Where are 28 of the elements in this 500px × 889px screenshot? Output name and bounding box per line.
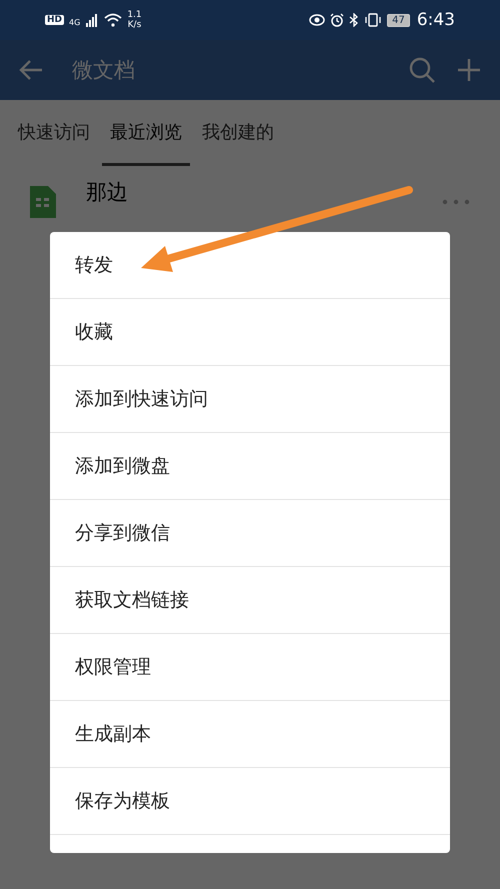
bluetooth-icon xyxy=(349,13,360,27)
menu-item[interactable]: 添加到快速访问 xyxy=(50,366,450,433)
eye-icon xyxy=(309,14,326,26)
alarm-icon xyxy=(330,13,344,27)
add-icon[interactable] xyxy=(456,57,482,83)
document-name: 那边 xyxy=(86,179,128,206)
app-title: 微文档 xyxy=(72,57,135,84)
menu-item[interactable]: 保存为模板 xyxy=(50,768,450,835)
network-label: 4G xyxy=(69,18,80,27)
menu-item[interactable]: 分享到微信 xyxy=(50,500,450,567)
menu-item[interactable]: 添加到微盘 xyxy=(50,433,450,500)
tab[interactable]: 最近浏览 xyxy=(102,100,190,166)
more-icon[interactable] xyxy=(442,199,470,205)
vibrate-icon xyxy=(364,13,382,27)
speed-unit: K/s xyxy=(128,20,142,30)
back-icon[interactable] xyxy=(18,59,44,81)
menu-item[interactable]: 获取文档链接 xyxy=(50,567,450,634)
hd-badge: HD xyxy=(45,15,64,25)
spreadsheet-icon xyxy=(30,186,56,218)
clock-time: 6:43 xyxy=(416,10,455,30)
search-icon[interactable] xyxy=(408,56,436,84)
menu-item[interactable]: 收藏 xyxy=(50,299,450,366)
battery-indicator: 47 xyxy=(387,14,410,26)
wifi-icon xyxy=(104,13,122,27)
signal-icon xyxy=(85,13,100,27)
menu-item[interactable]: 生成副本 xyxy=(50,701,450,768)
menu-item[interactable]: 权限管理 xyxy=(50,634,450,701)
speed-value: 1.1 xyxy=(127,10,142,20)
